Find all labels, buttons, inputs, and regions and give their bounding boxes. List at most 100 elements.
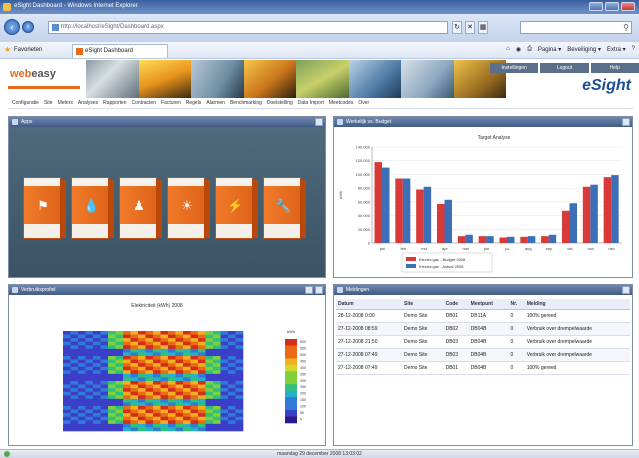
heatmap-cell [183,352,191,357]
heatmap-cell [183,363,191,368]
menu-item[interactable]: Site [44,100,53,108]
menu-item[interactable]: Rapporten [103,100,126,108]
help-icon[interactable]: ? [632,46,635,53]
heatmap-cell [115,423,124,428]
menu-item[interactable]: Facturen [161,100,181,108]
heatmap-cell [85,427,94,432]
app-header: webeasy Instellingen Logout Help eSight [0,60,639,100]
menu-extra[interactable]: Extra ▾ [607,46,626,53]
heatmap-cell [153,356,161,360]
col-message[interactable]: Melding [524,299,630,310]
app-box[interactable]: 💧 [71,177,114,239]
menu-item[interactable]: Data Import [298,100,324,108]
page-icon [52,24,59,31]
panel-refresh-button[interactable] [305,286,313,294]
heatmap-cell [213,338,221,343]
heatmap-cell [183,341,191,346]
heatmap-cell [190,413,199,418]
heatmap-cell [93,341,101,346]
favorites-star-icon[interactable]: ★ [4,45,11,54]
heatmap-cell [205,341,214,346]
col-site[interactable]: Site [402,299,444,310]
menu-item[interactable]: Analyses [78,100,98,108]
menu-item[interactable]: Benchmarking [230,100,262,108]
heatmap-cell [100,402,109,407]
cell-meter: DB04B [468,322,509,336]
table-row[interactable]: 27-12-2008 07:49 Demo Site DB01 DB04B 0 100% … [336,361,630,375]
heatmap-cell [160,373,169,378]
menu-item[interactable]: Alarmen [206,100,225,108]
menu-item[interactable]: Configuratie [12,100,39,108]
minimize-button[interactable] [589,2,603,11]
table-row[interactable]: 27-12-2008 07:49 Demo Site DB03 DB04B 0 Verbr… [336,348,630,362]
stop-icon[interactable]: ✕ [465,21,475,34]
app-box[interactable]: ⚡ [215,177,258,239]
tab-esight-dashboard[interactable]: eSight Dashboard [72,44,168,58]
search-input[interactable]: ⚲ [520,21,632,34]
close-button[interactable] [621,2,635,11]
settings-link[interactable]: Instellingen [490,63,539,73]
menu-item[interactable]: Doelstelling [267,100,293,108]
help-link[interactable]: Help [590,63,639,73]
heatmap-cell [153,352,161,357]
panel-settings-button[interactable] [315,286,323,294]
table-row[interactable]: 28-12-2008 0:00 Demo Site DB01 DB11A 0 100% g… [336,309,630,323]
heatmap-cell [160,366,169,371]
heatmap-cell [175,377,184,382]
back-button[interactable]: ‹ [4,19,20,35]
panel-settings-button[interactable] [315,118,323,126]
heatmap-cell [160,370,169,375]
table-row[interactable]: 27-12-2008 21:50 Demo Site DB03 DB04B 0 Verbr… [336,335,630,349]
print-icon[interactable]: ⎙ [527,46,532,53]
favorites-button[interactable]: Favorieten [14,47,42,53]
heatmap-cell [220,373,229,378]
heatmap-cell [93,406,101,410]
col-date[interactable]: Datum [336,299,403,310]
menu-pagina[interactable]: Pagina ▾ [538,46,561,53]
maximize-button[interactable] [605,2,619,11]
col-code[interactable]: Code [443,299,469,310]
panel-settings-button[interactable] [622,118,630,126]
heatmap-cell [153,423,161,428]
heatmap-cell [235,341,244,346]
heatmap-cell [153,331,161,335]
menu-item[interactable]: Meters [58,100,73,108]
menu-item[interactable]: Regels [186,100,202,108]
col-meter[interactable]: Meetpunt [468,299,509,310]
refresh-icon[interactable]: ↻ [452,21,462,34]
home-icon[interactable]: ⌂ [506,46,510,53]
app-box[interactable]: ☀ [167,177,210,239]
feeds-icon[interactable]: ◉ [516,46,521,53]
menu-beveiliging[interactable]: Beveiliging ▾ [567,46,601,53]
app-box[interactable]: ⚑ [23,177,66,239]
heatmap-cell [160,395,169,400]
heatmap-cell [220,345,229,350]
heatmap-cell [138,384,146,389]
heatmap-cell [123,352,131,357]
url-input[interactable]: http://localhost/eSight/Dashboard.aspx [48,21,448,34]
heatmap-cell [130,420,139,425]
menu-item[interactable]: Over [358,100,369,108]
heatmap-cell [160,334,169,339]
logout-link[interactable]: Logout [540,63,589,73]
menu-item[interactable]: Meetcodes [329,100,353,108]
heatmap-cell [160,331,169,335]
app-box[interactable]: ♟ [119,177,162,239]
bar [507,236,515,243]
heatmap-cell [160,413,169,418]
forward-button[interactable]: › [22,21,34,33]
heatmap-cell [213,388,221,393]
app-box[interactable]: 🔧 [263,177,306,239]
panel-settings-button[interactable] [622,286,630,294]
panel-icon [337,287,343,293]
search-icon[interactable]: ⚲ [623,23,629,32]
heatmap-cell [235,423,244,428]
menu-item[interactable]: Contracten [132,100,156,108]
heatmap-cell [63,402,71,407]
table-row[interactable]: 27-12-2008 08:59 Demo Site DB02 DB04B 0 Verbr… [336,322,630,336]
col-nr[interactable]: Nr. [508,299,525,310]
compat-icon[interactable]: ▦ [478,21,488,34]
heatmap-cell [100,384,109,389]
heatmap-cell [145,398,154,403]
heatmap-cell [175,366,184,371]
